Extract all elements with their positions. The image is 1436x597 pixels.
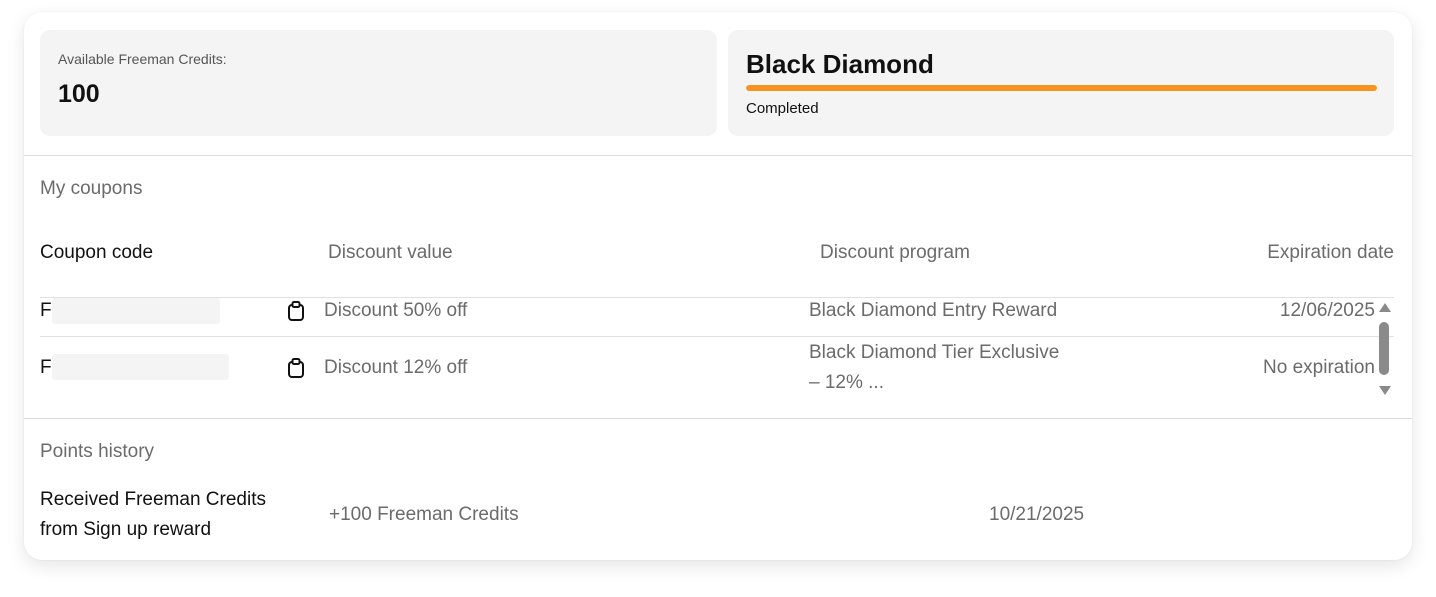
divider [24, 418, 1412, 419]
divider [24, 155, 1412, 156]
rewards-card: Available Freeman Credits: 100 Black Dia… [24, 12, 1412, 560]
clipboard-icon[interactable] [287, 358, 305, 378]
row-divider [40, 297, 1394, 298]
discount-value: Discount 50% off [324, 300, 468, 321]
discount-value: Discount 12% off [324, 357, 468, 378]
scrollbar-thumb[interactable] [1379, 322, 1389, 375]
expiration-date: 12/06/2025 [1279, 300, 1375, 321]
history-amount: +100 Freeman Credits [329, 504, 519, 525]
coupon-code-masked [52, 298, 220, 324]
tier-progress-bar [746, 85, 1377, 91]
discount-program: Black Diamond Tier Exclusive [809, 342, 1060, 363]
coupon-code-masked [52, 354, 229, 380]
discount-program: Black Diamond Entry Reward [809, 300, 1058, 321]
history-date: 10/21/2025 [989, 504, 1085, 525]
scroll-down-arrow-icon[interactable] [1378, 384, 1392, 396]
tier-panel: Black Diamond Completed [728, 30, 1394, 136]
column-header-discount-value: Discount value [328, 242, 453, 263]
history-description-continued: from Sign up reward [40, 519, 212, 540]
history-description: Received Freeman Credits [40, 489, 266, 510]
column-header-expiration-date: Expiration date [1267, 242, 1394, 263]
column-header-coupon-code: Coupon code [40, 242, 154, 263]
credits-panel: Available Freeman Credits: 100 [40, 30, 717, 136]
row-divider [40, 336, 1394, 337]
points-history-section-title: Points history [40, 441, 155, 462]
tier-name: Black Diamond [746, 49, 934, 79]
expiration-date: No expiration [1263, 357, 1375, 378]
coupon-code-prefix: F [40, 300, 52, 321]
tier-progress-fill [746, 85, 1377, 91]
scroll-up-arrow-icon[interactable] [1378, 302, 1392, 314]
credits-value: 100 [58, 80, 100, 108]
coupon-code-prefix: F [40, 357, 52, 378]
credits-label: Available Freeman Credits: [58, 51, 227, 67]
coupons-section-title: My coupons [40, 178, 143, 199]
clipboard-icon[interactable] [287, 301, 305, 321]
column-header-discount-program: Discount program [820, 242, 970, 263]
discount-program-continued: – 12% ... [809, 372, 884, 393]
tier-status: Completed [746, 100, 819, 117]
